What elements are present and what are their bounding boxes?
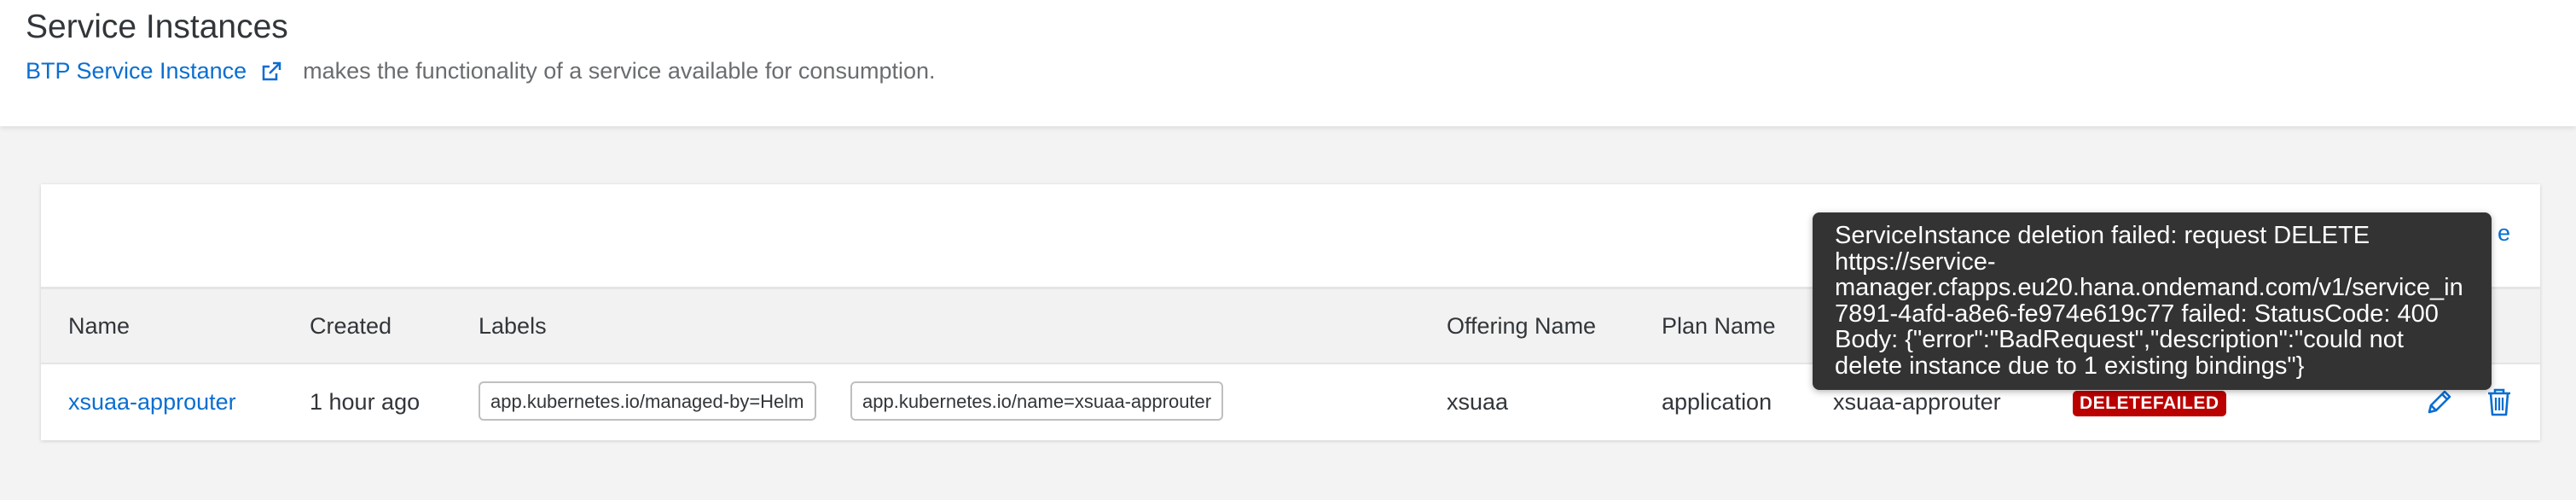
offering-name-cell: xsuaa: [1447, 389, 1509, 415]
column-header-plan-name[interactable]: Plan Name: [1662, 289, 1776, 363]
label-chip: app.kubernetes.io/name=xsuaa-approuter: [850, 381, 1224, 421]
external-link-icon[interactable]: [258, 59, 284, 84]
toolbar-action-link[interactable]: e: [2498, 220, 2510, 247]
page-header: Service Instances BTP Service Instance m…: [0, 0, 2576, 126]
page-title: Service Instances: [26, 9, 288, 45]
btp-service-instance-link[interactable]: BTP Service Instance: [26, 58, 247, 84]
created-cell: 1 hour ago: [310, 389, 421, 415]
description-text: makes the functionality of a service ava…: [303, 58, 936, 84]
column-header-labels: Labels: [479, 313, 547, 339]
column-header-name[interactable]: Name: [68, 289, 130, 363]
error-tooltip: ServiceInstance deletion failed: request…: [1813, 212, 2492, 390]
status-badge[interactable]: DELETEFAILED: [2073, 391, 2226, 416]
pencil-icon[interactable]: [2424, 387, 2455, 417]
instance-name-link[interactable]: xsuaa-approuter: [68, 364, 236, 440]
trash-icon[interactable]: [2484, 387, 2515, 417]
column-header-created[interactable]: Created: [310, 289, 392, 363]
column-header-offering-name[interactable]: Offering Name: [1447, 289, 1596, 363]
plan-name-cell: application: [1662, 389, 1772, 415]
label-chip: app.kubernetes.io/managed-by=Helm: [479, 381, 816, 421]
page-description: BTP Service Instance makes the functiona…: [26, 58, 936, 84]
